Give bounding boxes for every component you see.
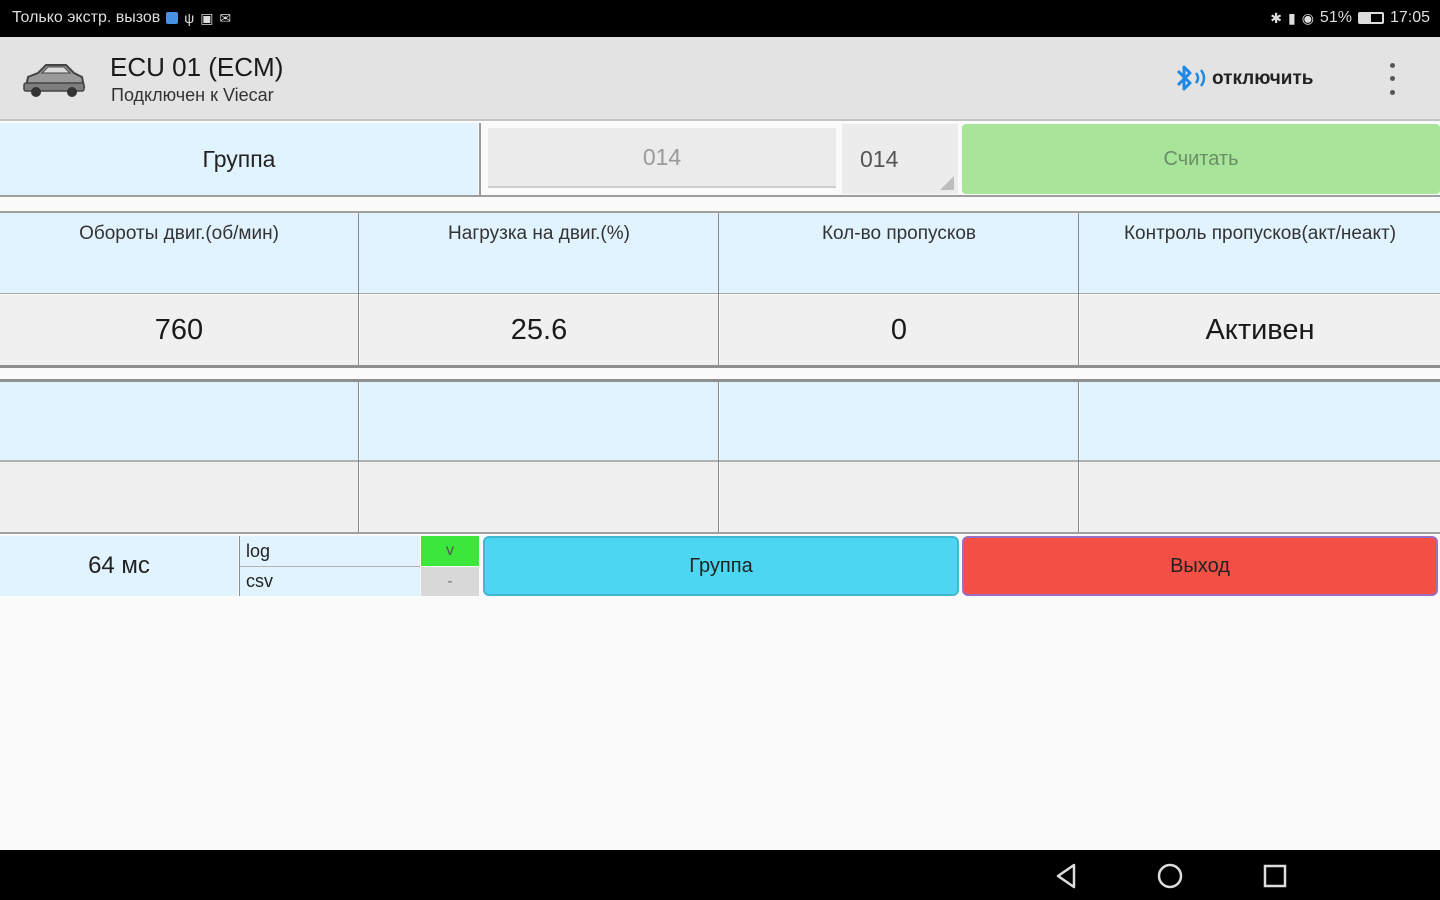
csv-label: csv: [246, 571, 273, 591]
vibrate-icon: ▮: [1287, 9, 1296, 26]
csv-toggle[interactable]: -: [421, 567, 479, 596]
car-icon: [23, 64, 86, 97]
csv-label-cell: csv: [240, 567, 420, 596]
value-cell: 0: [720, 295, 1078, 365]
gallery-icon: ▣: [200, 9, 214, 26]
header-rpm: Обороты двиг.(об/мин): [79, 223, 279, 244]
log-toggle-value: v: [446, 542, 454, 559]
more-options-icon[interactable]: [1378, 59, 1406, 99]
divider: [0, 293, 1440, 294]
value-cell: Активен: [1080, 295, 1440, 365]
app-notification-icon: [166, 12, 179, 24]
read-button[interactable]: Считать: [962, 124, 1440, 194]
header-cell-empty: [0, 382, 358, 460]
status-bar: Только экстр. вызов ψ ▣ ✉ ✱ ▮ ◉ 51% 17:0…: [0, 0, 1440, 37]
navigation-bar: [0, 850, 1440, 900]
battery-level-fill: [1359, 14, 1372, 22]
connection-status: Подключен к Viecar: [111, 85, 274, 105]
usb-icon: ψ: [184, 10, 195, 26]
header-cell: Кол-во пропусков: [720, 213, 1078, 293]
csv-toggle-value: -: [447, 572, 453, 590]
value-cell-empty: [720, 462, 1078, 532]
divider: [1078, 213, 1079, 365]
read-button-label: Считать: [1163, 147, 1239, 170]
exit-button[interactable]: Выход: [962, 536, 1438, 596]
header-cell-empty: [360, 382, 718, 460]
value-rpm: 760: [154, 313, 204, 346]
group-spinner-value: 014: [860, 145, 899, 172]
header-cell-empty: [720, 382, 1078, 460]
back-icon[interactable]: [1052, 862, 1080, 890]
divider: [1078, 382, 1079, 532]
app-bar: ECU 01 (ECM) Подключен к Viecar отключит…: [0, 37, 1440, 121]
clock: 17:05: [1389, 9, 1430, 26]
wifi-icon: ◉: [1301, 9, 1314, 26]
value-cell: 760: [0, 295, 358, 365]
group-button-label: Группа: [689, 554, 753, 577]
value-cell: 25.6: [360, 295, 718, 365]
value-misfire-control: Активен: [1205, 313, 1315, 346]
bluetooth-icon: [1176, 65, 1206, 91]
divider: [240, 566, 420, 567]
exit-button-label: Выход: [1170, 554, 1230, 577]
header-misfire-control: Контроль пропусков(акт/неакт): [1123, 223, 1397, 244]
mail-icon: ✉: [219, 9, 232, 26]
status-carrier-text: Только экстр. вызов: [12, 9, 161, 26]
divider: [479, 123, 481, 195]
divider: [358, 382, 359, 532]
divider: [358, 213, 359, 365]
disconnect-label: отключить: [1212, 68, 1314, 89]
status-right: ✱ ▮ ◉ 51% 17:05: [1270, 9, 1430, 27]
interval-display: 64 мс: [0, 536, 238, 596]
ecu-title: ECU 01 (ECM): [110, 52, 284, 82]
log-toggle[interactable]: v: [421, 536, 479, 566]
header-cell-empty: [1080, 382, 1440, 460]
header-cell: Нагрузка на двиг.(%): [360, 213, 718, 293]
disconnect-button[interactable]: отключить: [1172, 62, 1313, 96]
group-number-input[interactable]: 014: [488, 128, 836, 188]
divider: [0, 365, 1440, 368]
value-cell-empty: [360, 462, 718, 532]
log-label-cell: log: [240, 536, 420, 566]
status-left: Только экстр. вызов ψ ▣ ✉: [12, 9, 231, 27]
divider: [718, 213, 719, 365]
value-cell-empty: [0, 462, 358, 532]
value-load: 25.6: [510, 313, 568, 346]
battery-percent: 51%: [1319, 9, 1352, 26]
interval-value: 64 мс: [88, 552, 150, 579]
header-misfires: Кол-во пропусков: [821, 223, 977, 244]
battery-icon: [1357, 12, 1384, 24]
divider: [0, 532, 1440, 534]
value-misfires: 0: [890, 313, 908, 346]
home-icon[interactable]: [1156, 862, 1184, 890]
header-load: Нагрузка на двиг.(%): [448, 223, 630, 244]
recents-icon[interactable]: [1261, 862, 1289, 890]
header-cell: Обороты двиг.(об/мин): [0, 213, 358, 293]
value-cell-empty: [1080, 462, 1440, 532]
header-cell: Контроль пропусков(акт/неакт): [1080, 213, 1440, 293]
log-label: log: [246, 540, 271, 561]
group-label: Группа: [202, 145, 276, 172]
bluetooth-status-icon: ✱: [1270, 9, 1282, 26]
group-label-cell: Группа: [0, 123, 478, 195]
dropdown-corner-icon: [940, 176, 954, 190]
divider: [718, 382, 719, 532]
group-button[interactable]: Группа: [483, 536, 959, 596]
group-number-spinner[interactable]: 014: [842, 124, 958, 194]
